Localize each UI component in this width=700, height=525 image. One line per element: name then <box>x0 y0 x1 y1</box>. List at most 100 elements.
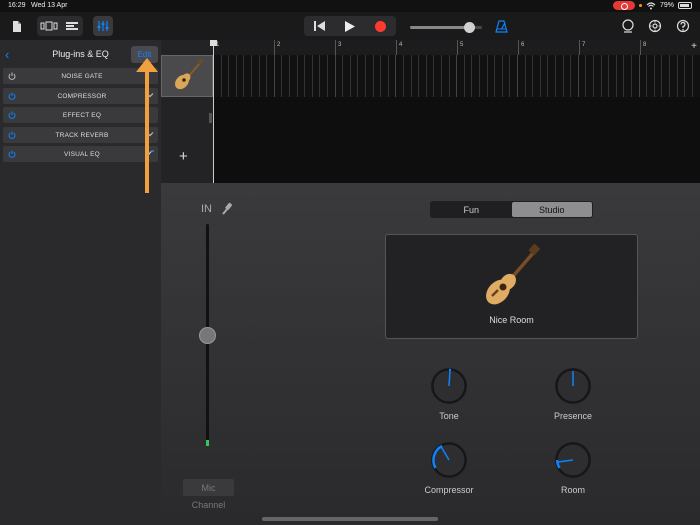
power-icon[interactable] <box>5 72 19 80</box>
track-header-acoustic-guitar[interactable] <box>161 55 213 97</box>
bar-number: 4 <box>399 42 403 48</box>
beat-gridline <box>243 55 245 97</box>
power-icon[interactable] <box>5 150 19 158</box>
master-volume-slider[interactable] <box>410 22 482 33</box>
bar-tick <box>640 40 641 55</box>
beat-gridline <box>509 55 511 97</box>
my-songs-button[interactable] <box>10 16 24 36</box>
beat-gridline <box>319 55 321 97</box>
beat-gridline <box>676 55 678 97</box>
presence-label: Presence <box>553 411 593 421</box>
metronome-icon <box>494 19 508 33</box>
status-bar: 16:29 Wed 13 Apr 79% <box>0 0 700 12</box>
track-lane[interactable] <box>213 55 700 97</box>
tone-knob[interactable] <box>430 367 468 405</box>
plugin-slot-noise-gate[interactable]: NOISE GATE <box>3 68 158 84</box>
loop-browser-button[interactable] <box>620 16 636 36</box>
play-button[interactable] <box>335 16 366 36</box>
record-button[interactable] <box>365 16 396 36</box>
callout-arrowhead <box>136 58 158 72</box>
beat-gridline <box>372 55 374 97</box>
acoustic-guitar-icon <box>486 244 540 305</box>
view-switcher <box>37 16 83 36</box>
toolbar <box>0 12 700 40</box>
record-icon <box>375 20 387 32</box>
bar-number: 2 <box>277 42 281 48</box>
bar-number: 5 <box>460 42 464 48</box>
bar-tick <box>579 40 580 55</box>
beat-gridline <box>342 55 344 97</box>
plugins-panel: ‹ Plug-ins & EQ Edit NOISE GATE COMPRESS… <box>0 40 161 525</box>
beat-gridline <box>448 55 450 97</box>
play-icon <box>345 20 355 32</box>
home-indicator[interactable] <box>262 517 438 521</box>
tracks-view-button[interactable] <box>60 16 83 36</box>
mic-indicator-icon <box>638 4 642 7</box>
gear-icon <box>648 19 662 33</box>
plugin-slot-visual-eq[interactable]: VISUAL EQ <box>3 146 158 162</box>
beat-gridline <box>524 55 526 97</box>
help-button[interactable] <box>675 16 691 36</box>
compressor-knob[interactable] <box>430 441 468 479</box>
room-knob[interactable] <box>554 441 592 479</box>
beat-gridline <box>441 55 442 97</box>
beat-gridline <box>532 55 534 97</box>
fun-mode-tab[interactable]: Fun <box>431 202 512 217</box>
mic-button[interactable]: Mic <box>183 479 234 496</box>
beat-gridline <box>631 55 632 97</box>
beat-gridline <box>311 55 313 97</box>
plugin-label: EFFECT EQ <box>62 111 102 119</box>
beat-gridline <box>471 55 473 97</box>
bar-tick <box>457 40 458 55</box>
beat-gridline <box>365 55 366 97</box>
plugin-slot-compressor[interactable]: COMPRESSOR <box>3 88 158 104</box>
beat-gridline <box>304 55 306 97</box>
go-to-start-button[interactable] <box>304 16 335 36</box>
power-icon[interactable] <box>5 111 19 119</box>
beat-gridline <box>638 55 640 97</box>
beat-gridline <box>653 55 655 97</box>
status-date: Wed 13 Apr <box>31 2 68 9</box>
loop-icon <box>622 19 634 33</box>
tracks-icon <box>65 22 78 30</box>
browser-button[interactable] <box>37 16 60 36</box>
studio-mode-tab[interactable]: Studio <box>511 202 592 217</box>
presence-knob[interactable] <box>554 367 592 405</box>
beat-gridline <box>235 55 237 97</box>
add-section-button[interactable]: + <box>691 41 697 52</box>
playhead-handle[interactable] <box>210 40 217 46</box>
timeline-ruler[interactable]: 1 2 3 4 5 6 7 8 + <box>213 40 700 55</box>
bar-number: 8 <box>643 42 647 48</box>
track-controls-button[interactable] <box>93 16 113 36</box>
input-cable-icon[interactable] <box>221 202 233 216</box>
power-icon[interactable] <box>5 92 19 100</box>
settings-button[interactable] <box>647 16 663 36</box>
empty-track-area[interactable] <box>209 97 700 183</box>
plugin-slot-track-reverb[interactable]: TRACK REVERB <box>3 127 158 143</box>
beat-gridline <box>266 55 268 97</box>
add-track-button[interactable]: + <box>179 148 188 165</box>
beat-gridline <box>608 55 610 97</box>
beat-gridline <box>425 55 427 97</box>
volume-knob[interactable] <box>464 22 475 33</box>
beat-gridline <box>387 55 389 97</box>
beat-gridline <box>463 55 465 97</box>
lane-edge-handle <box>209 113 212 123</box>
plugin-label: VISUAL EQ <box>64 150 100 158</box>
input-level-knob[interactable] <box>199 327 216 344</box>
plugin-label: TRACK REVERB <box>55 131 109 139</box>
beat-gridline <box>228 55 230 97</box>
plugin-label: COMPRESSOR <box>57 92 107 100</box>
screen-recording-icon <box>612 1 635 10</box>
power-icon[interactable] <box>5 131 19 139</box>
bar-number: 7 <box>582 42 586 48</box>
browser-icon <box>40 21 57 31</box>
beat-gridline <box>577 55 579 97</box>
plugin-slot-effect-eq[interactable]: EFFECT EQ <box>3 107 158 123</box>
metronome-button[interactable] <box>493 16 509 36</box>
help-icon <box>676 19 690 33</box>
beat-gridline <box>669 55 670 97</box>
document-icon <box>13 20 21 32</box>
bar-number: 3 <box>338 42 342 48</box>
playhead[interactable] <box>213 40 214 183</box>
